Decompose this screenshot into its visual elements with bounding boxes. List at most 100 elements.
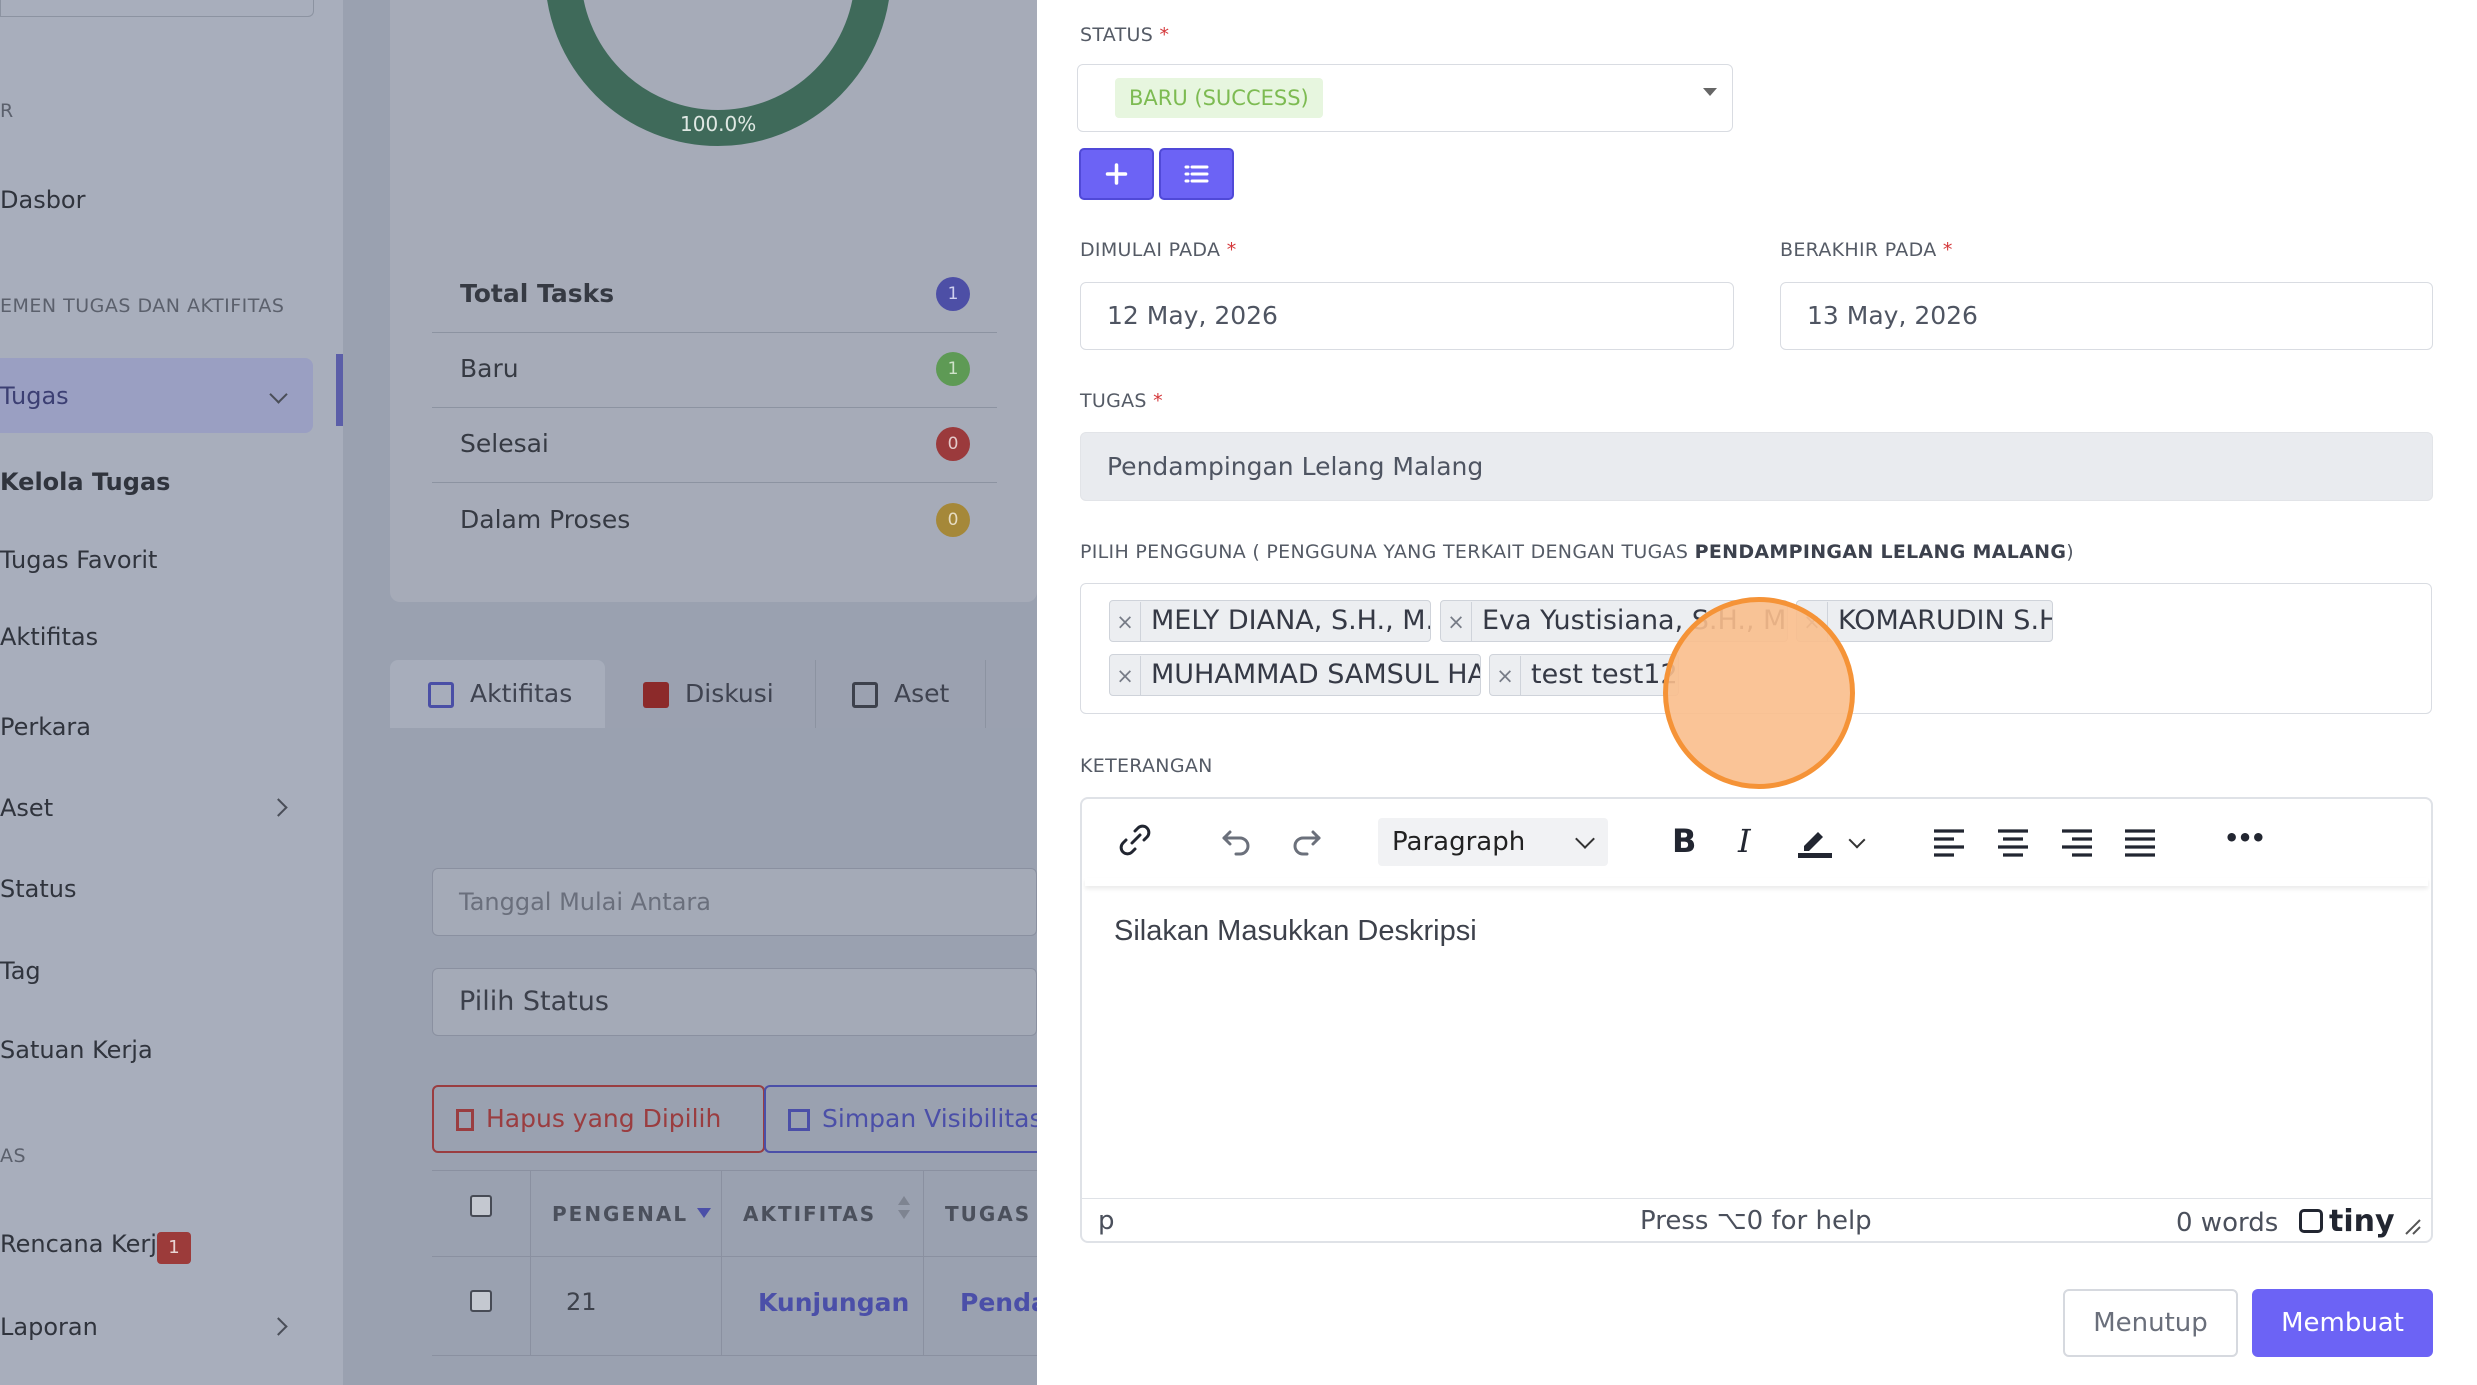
user-chip-label: MUHAMMAD SAMSUL HADI xyxy=(1151,659,1481,690)
user-chip: × test test123 xyxy=(1489,654,1679,696)
remove-chip-icon[interactable]: × xyxy=(1110,656,1141,695)
table-cell-tugas-link[interactable]: Penda xyxy=(960,1288,1048,1317)
editor-placeholder[interactable]: Silakan Masukkan Deskripsi xyxy=(1114,915,1477,948)
save-visibility-label: Simpan Visibilitas xyxy=(822,1104,1037,1133)
sidebar-heading-as: AS xyxy=(0,1145,27,1167)
align-center-icon[interactable] xyxy=(1996,828,2030,858)
help-hint: Press ⌥0 for help xyxy=(1640,1206,1872,1236)
table-border xyxy=(721,1170,722,1355)
summary-row: Baru 1 xyxy=(432,332,997,408)
table-border xyxy=(432,1256,1037,1257)
column-header[interactable]: AKTIFITAS xyxy=(743,1172,876,1256)
dropdown-arrow-icon[interactable] xyxy=(1703,88,1717,96)
task-input-readonly: Pendampingan Lelang Malang xyxy=(1080,432,2433,501)
user-chip-label: test test123 xyxy=(1531,659,1679,690)
end-date-input[interactable]: 13 May, 2026 xyxy=(1780,282,2433,350)
comment-icon xyxy=(643,682,669,708)
sidebar-search[interactable] xyxy=(0,0,314,17)
start-date-input[interactable]: 12 May, 2026 xyxy=(1080,282,1734,350)
add-status-button[interactable] xyxy=(1079,148,1154,200)
tab-diskusi[interactable]: Diskusi xyxy=(643,660,774,728)
tiny-logo-text: tiny xyxy=(2329,1204,2395,1239)
table-cell-aktifitas-link[interactable]: Kunjungan xyxy=(758,1288,909,1317)
tab-aset[interactable]: Aset xyxy=(852,660,949,728)
word-count[interactable]: 0 words xyxy=(2176,1208,2278,1238)
highlight-icon[interactable] xyxy=(1794,820,1834,860)
status-filter[interactable]: Pilih Status xyxy=(432,968,1037,1036)
select-all-checkbox[interactable] xyxy=(470,1195,492,1217)
column-header[interactable]: TUGAS xyxy=(945,1172,1031,1256)
click-indicator xyxy=(1663,597,1855,789)
link-icon[interactable] xyxy=(1115,820,1155,860)
chevron-down-icon xyxy=(1575,829,1595,849)
sidebar-item-tugas[interactable]: Tugas xyxy=(0,382,69,410)
resize-handle-icon[interactable] xyxy=(2404,1218,2422,1236)
sidebar-item-dasbor[interactable]: Dasbor xyxy=(0,186,85,214)
sidebar-item-aktifitas[interactable]: Aktifitas xyxy=(0,623,98,651)
align-right-icon[interactable] xyxy=(2060,828,2094,858)
user-chip: × MUHAMMAD SAMSUL HADI xyxy=(1109,654,1481,696)
tab-aktifitas[interactable]: Aktifitas xyxy=(428,660,572,728)
sidebar-item-tag[interactable]: Tag xyxy=(0,957,41,985)
bold-icon[interactable]: B xyxy=(1672,822,1696,860)
user-chip-label: KOMARUDIN S.H. xyxy=(1838,605,2053,636)
count-badge: 0 xyxy=(936,427,970,461)
date-range-filter[interactable]: Tanggal Mulai Antara xyxy=(432,868,1037,936)
italic-icon[interactable]: I xyxy=(1738,822,1751,860)
remove-chip-icon[interactable]: × xyxy=(1441,602,1472,641)
archive-icon xyxy=(852,682,878,708)
list-status-button[interactable] xyxy=(1159,148,1234,200)
tab-label: Diskusi xyxy=(685,679,774,708)
tab-label: Aktifitas xyxy=(470,679,573,708)
sidebar-item-perkara[interactable]: Perkara xyxy=(0,713,91,741)
element-path[interactable]: p xyxy=(1098,1206,1115,1236)
more-options-icon[interactable]: ••• xyxy=(2224,824,2266,852)
redo-icon[interactable] xyxy=(1285,820,1325,860)
block-format-select[interactable]: Paragraph xyxy=(1378,818,1608,866)
sidebar-item-laporan[interactable]: Laporan xyxy=(0,1313,98,1341)
tab-label: Aset xyxy=(894,679,950,708)
user-chip: × MELY DIANA, S.H., M.H. xyxy=(1109,600,1431,642)
remove-chip-icon[interactable]: × xyxy=(1490,656,1521,695)
tiny-logo[interactable]: tiny xyxy=(2299,1204,2395,1239)
create-button[interactable]: Membuat xyxy=(2252,1289,2433,1357)
statusbar-divider xyxy=(1082,1198,2431,1199)
start-date-label: DIMULAI PADA * xyxy=(1080,239,1237,261)
sidebar-item-aset[interactable]: Aset xyxy=(0,794,53,822)
description-label: KETERANGAN xyxy=(1080,755,1213,777)
table-border xyxy=(530,1170,531,1355)
align-left-icon[interactable] xyxy=(1932,828,1966,858)
save-visibility-button[interactable]: Simpan Visibilitas xyxy=(764,1085,1037,1153)
sidebar-heading: R xyxy=(0,100,14,122)
summary-row-label: Selesai xyxy=(460,429,549,458)
row-checkbox[interactable] xyxy=(470,1290,492,1312)
active-indicator xyxy=(336,354,343,426)
task-label: TUGAS * xyxy=(1080,390,1163,412)
align-justify-icon[interactable] xyxy=(2123,828,2157,858)
sidebar-item-satuan-kerja[interactable]: Satuan Kerja xyxy=(0,1036,153,1064)
tab-more[interactable] xyxy=(985,660,1038,728)
count-badge: 1 xyxy=(936,277,970,311)
summary-row-label: Dalam Proses xyxy=(460,505,631,534)
plus-icon xyxy=(1105,163,1128,185)
undo-icon[interactable] xyxy=(1218,820,1258,860)
remove-chip-icon[interactable]: × xyxy=(1110,602,1141,641)
end-date-label: BERAKHIR PADA * xyxy=(1780,239,1953,261)
summary-row-label: Baru xyxy=(460,354,519,383)
tiny-logo-icon xyxy=(2299,1209,2323,1233)
toolbar-divider xyxy=(1085,878,2428,886)
count-badge: 0 xyxy=(936,503,970,537)
sidebar-item-kelola-tugas[interactable]: Kelola Tugas xyxy=(0,468,170,496)
delete-selected-button[interactable]: Hapus yang Dipilih xyxy=(432,1085,765,1153)
summary-row-label: Total Tasks xyxy=(460,279,615,308)
close-button[interactable]: Menutup xyxy=(2063,1289,2238,1357)
delete-selected-label: Hapus yang Dipilih xyxy=(486,1104,722,1133)
list-icon xyxy=(1184,165,1209,183)
sidebar-item-tugas-favorit[interactable]: Tugas Favorit xyxy=(0,546,157,574)
sort-icon xyxy=(898,1196,910,1205)
sidebar-item-status[interactable]: Status xyxy=(0,875,76,903)
sidebar-item-rencana-kerja[interactable]: Rencana Kerja xyxy=(0,1230,172,1258)
sort-icon xyxy=(898,1210,910,1219)
save-icon xyxy=(788,1109,810,1131)
column-header[interactable]: PENGENAL xyxy=(552,1172,688,1256)
